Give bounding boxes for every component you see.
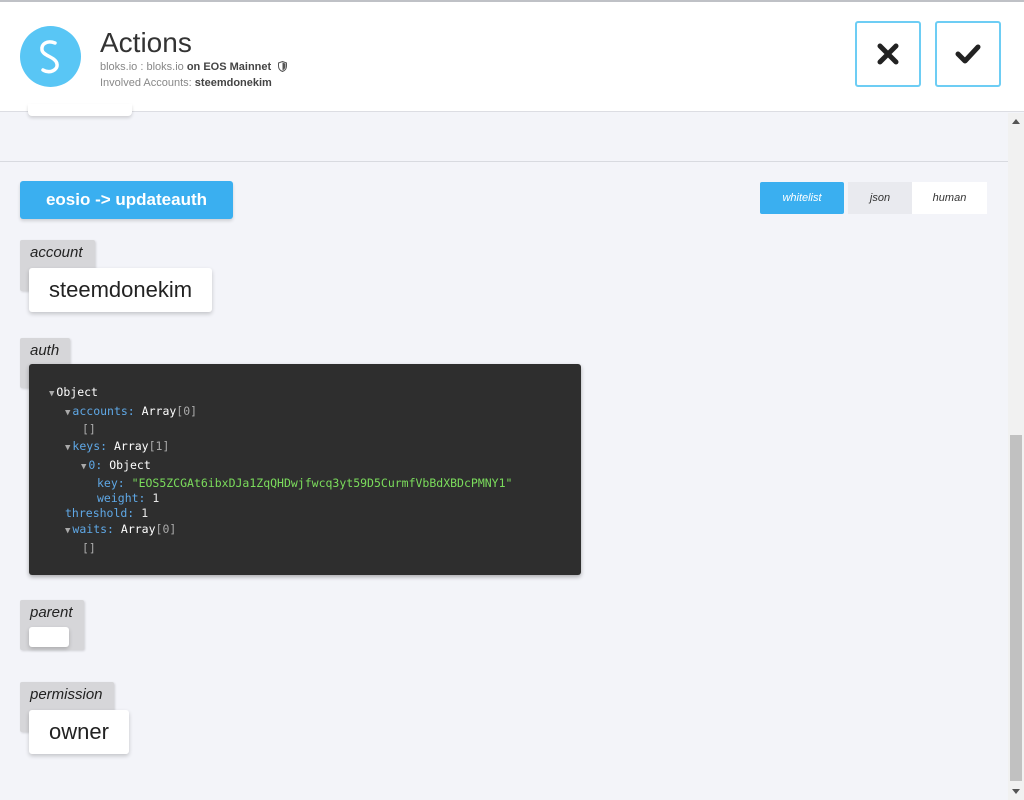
expand-triangle-icon: ▼: [65, 526, 71, 536]
scrollbar-thumb[interactable]: [1010, 435, 1022, 781]
scroll-down-arrow-icon[interactable]: [1012, 789, 1020, 794]
tab-human[interactable]: human: [912, 182, 987, 214]
view-tabs: whitelist json human: [760, 182, 987, 214]
previous-field-card: [28, 104, 132, 116]
accept-button[interactable]: [935, 21, 1001, 87]
tree-threshold: threshold: 1: [65, 506, 149, 520]
tree-root[interactable]: ▼ Object: [49, 385, 98, 399]
network-prefix: on: [186, 61, 201, 73]
expand-triangle-icon: ▼: [65, 408, 71, 418]
tree-weight: weight: 1: [97, 491, 160, 505]
origin-line: bloks.io : bloks.io on EOS Mainnet: [100, 61, 288, 73]
expand-triangle-icon: ▼: [81, 462, 87, 472]
tree-waits[interactable]: ▼ waits: Array[0]: [65, 522, 176, 536]
scroll-up-arrow-icon[interactable]: [1012, 119, 1020, 124]
tree-keys[interactable]: ▼ keys: Array[1]: [65, 439, 169, 453]
check-icon: [955, 44, 981, 64]
shield-icon: [278, 61, 288, 72]
reject-button[interactable]: [855, 21, 921, 87]
auth-object-viewer: ▼ Object ▼ accounts: Array[0] [] ▼ keys: Ar…: [29, 364, 581, 575]
tree-accounts-empty: []: [82, 422, 96, 436]
scatter-logo: [20, 26, 81, 87]
involved-label: Involved Accounts:: [100, 77, 192, 89]
section-divider: [0, 161, 1008, 162]
involved-account: steemdonekim: [194, 77, 272, 89]
tree-accounts[interactable]: ▼ accounts: Array[0]: [65, 404, 197, 418]
tree-waits-empty: []: [82, 541, 96, 555]
tree-key-0[interactable]: ▼ 0: Object: [81, 458, 151, 472]
page-title: Actions: [100, 27, 192, 58]
expand-triangle-icon: ▼: [49, 389, 55, 399]
expand-triangle-icon: ▼: [65, 443, 71, 453]
tree-key-value: key: "EOS5ZCGAt6ibxDJa1ZqQHDwjfwcq3yt59D…: [97, 476, 513, 490]
network-name: EOS Mainnet: [203, 61, 272, 73]
field-value-account: steemdonekim: [29, 268, 213, 312]
action-name-badge: eosio -> updateauth: [20, 181, 233, 219]
close-icon: [877, 43, 899, 65]
involved-accounts-line: Involved Accounts: steemdonekim: [100, 77, 272, 89]
field-value-parent: [29, 627, 69, 647]
scrollbar[interactable]: [1008, 113, 1024, 800]
scatter-s-icon: [40, 40, 59, 74]
header: Actions bloks.io : bloks.io on EOS Mainn…: [0, 0, 1024, 112]
origin-text: bloks.io : bloks.io: [100, 61, 184, 73]
field-value-permission: owner: [29, 710, 129, 754]
tab-whitelist[interactable]: whitelist: [760, 182, 844, 214]
tab-json[interactable]: json: [848, 182, 912, 214]
